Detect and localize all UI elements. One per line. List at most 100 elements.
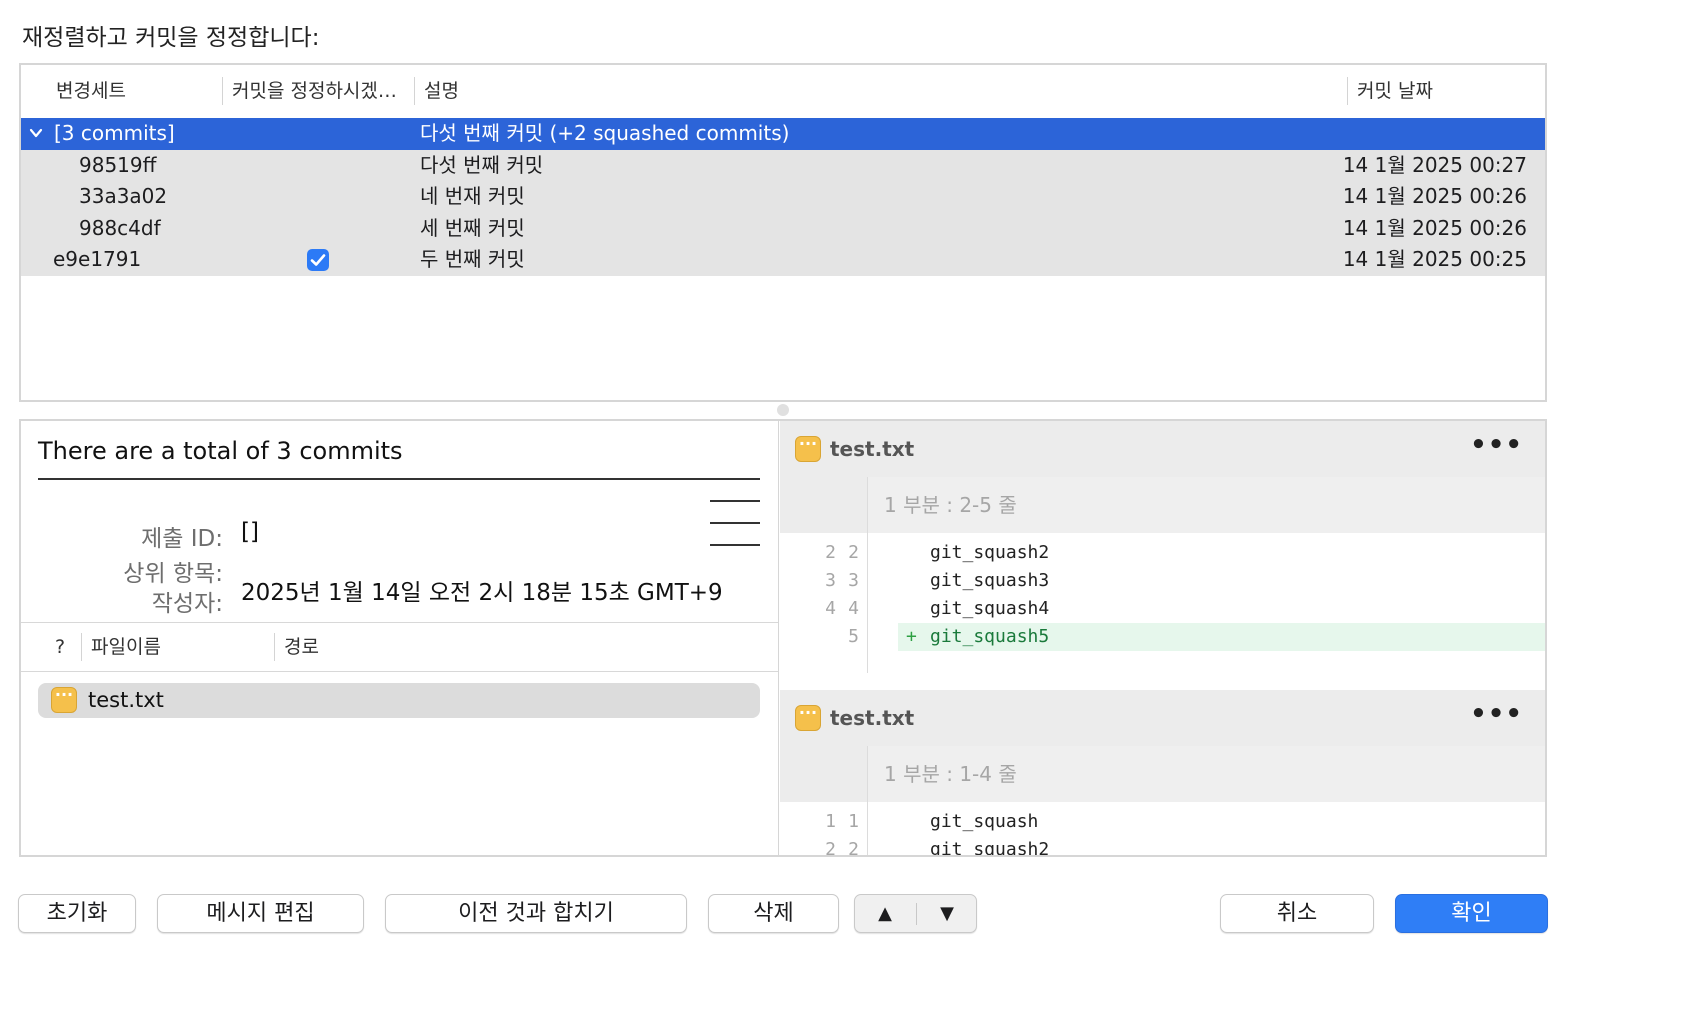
author-label: 작성자:: [151, 591, 223, 617]
old-line-number: 1: [825, 811, 836, 832]
modified-file-icon: [795, 703, 821, 731]
commit-changeset: e9e1791: [53, 247, 142, 271]
column-header-description[interactable]: 설명: [424, 65, 459, 117]
commit-table: 변경세트 커밋을 정정하시겠… 설명 커밋 날짜 [3 commits] 다섯 …: [19, 63, 1547, 402]
column-header-filename[interactable]: 파일이름: [91, 623, 161, 671]
new-line-number: 3: [848, 570, 859, 591]
diff-line-text: git_squash: [930, 811, 1039, 832]
squash-with-previous-button[interactable]: 이전 것과 합치기: [385, 894, 687, 933]
diff-block: test.txt ••• 1 부분 : 1-4 줄 1 1 git_squash…: [780, 690, 1545, 855]
commit-row[interactable]: 988c4df 세 번째 커밋 14 1월 2025 00:26: [21, 212, 1545, 244]
diff-pane: test.txt ••• 1 부분 : 2-5 줄 2 2 git_squash…: [780, 421, 1545, 855]
detail-pane: There are a total of 3 commits 제출 ID: []…: [19, 419, 1547, 857]
diff-line-text: git_squash5: [930, 626, 1050, 647]
diff-line: 4 4 git_squash4: [780, 595, 1545, 623]
commit-description: 두 번째 커밋: [420, 247, 525, 271]
commit-date: 14 1월 2025 00:27: [1342, 152, 1527, 177]
diff-file-name: test.txt: [830, 437, 915, 461]
cancel-button[interactable]: 취소: [1220, 894, 1374, 933]
diff-block: test.txt ••• 1 부분 : 2-5 줄 2 2 git_squash…: [780, 421, 1545, 691]
diff-line: 2 2 git_squash2: [780, 539, 1545, 567]
commit-details-pane: There are a total of 3 commits 제출 ID: []…: [21, 421, 779, 855]
new-line-number: 5: [848, 626, 859, 647]
old-line-number: 2: [825, 542, 836, 563]
commit-description: 세 번째 커밋: [420, 215, 525, 240]
dialog-heading: 재정렬하고 커밋을 정정합니다:: [22, 25, 320, 51]
more-options-icon[interactable]: •••: [1470, 421, 1523, 469]
column-header-changeset[interactable]: 변경세트: [56, 65, 126, 117]
diff-file-name: test.txt: [830, 706, 915, 730]
commit-description: 다섯 번째 커밋 (+2 squashed commits): [420, 121, 790, 145]
commit-row[interactable]: 33a3a02 네 번재 커밋 14 1월 2025 00:26: [21, 181, 1545, 213]
hunk-gutter: [780, 477, 868, 533]
modified-file-icon: [51, 685, 77, 713]
checkmark-icon: [310, 254, 326, 266]
diff-line-text: git_squash2: [930, 839, 1050, 855]
delete-button[interactable]: 삭제: [708, 894, 839, 933]
move-commit-control: ▲ ▼: [854, 894, 977, 933]
column-header-amend[interactable]: 커밋을 정정하시겠…: [232, 65, 397, 117]
old-line-number: 4: [825, 598, 836, 619]
hunk-gutter: [780, 746, 868, 802]
diff-line: 3 3 git_squash3: [780, 567, 1545, 595]
added-marker: +: [906, 626, 917, 647]
new-line-number: 2: [848, 839, 859, 855]
old-line-number: 3: [825, 570, 836, 591]
diff-file-header: test.txt •••: [780, 690, 1545, 746]
commit-row-group[interactable]: [3 commits] 다섯 번째 커밋 (+2 squashed commit…: [21, 118, 1545, 150]
file-name: test.txt: [88, 688, 164, 712]
commit-metadata: 제출 ID: [] 상위 항목: 작성자: 2025년 1월 14일 오전 2시…: [21, 506, 778, 622]
diff-line-text: git_squash4: [930, 598, 1050, 619]
edit-message-button[interactable]: 메시지 편집: [157, 894, 364, 933]
ok-button[interactable]: 확인: [1395, 894, 1548, 933]
new-line-number: 4: [848, 598, 859, 619]
column-divider[interactable]: [414, 77, 415, 105]
diff-line-text: git_squash3: [930, 570, 1050, 591]
commit-changeset: 33a3a02: [79, 184, 168, 208]
commit-row[interactable]: e9e1791 두 번째 커밋 14 1월 2025 00:25: [21, 244, 1545, 276]
amend-checkbox[interactable]: [307, 249, 329, 271]
commit-id-value[interactable]: []: [241, 519, 259, 545]
column-header-date[interactable]: 커밋 날짜: [1357, 65, 1433, 117]
commit-date-value: 2025년 1월 14일 오전 2시 18분 15초 GMT+9: [241, 580, 723, 606]
diff-line-text: git_squash2: [930, 542, 1050, 563]
hunk-label: 1 부분 : 1-4 줄: [884, 762, 1017, 786]
commit-summary: There are a total of 3 commits: [38, 437, 403, 465]
hunk-label: 1 부분 : 2-5 줄: [884, 493, 1017, 517]
commit-description: 다섯 번째 커밋: [420, 152, 544, 177]
column-divider[interactable]: [274, 633, 275, 661]
column-header-status[interactable]: ?: [55, 623, 65, 671]
move-up-button[interactable]: ▲: [855, 895, 915, 932]
summary-divider: [38, 478, 760, 480]
chevron-down-icon[interactable]: [29, 126, 43, 140]
more-options-icon[interactable]: •••: [1470, 690, 1523, 738]
commit-date: 14 1월 2025 00:26: [1342, 215, 1527, 240]
commit-changeset: 988c4df: [79, 215, 161, 240]
modified-file-icon: [795, 434, 821, 462]
commit-row[interactable]: 98519ff 다섯 번째 커밋 14 1월 2025 00:27: [21, 149, 1545, 181]
column-divider[interactable]: [1347, 77, 1348, 105]
commit-description: 네 번재 커밋: [420, 184, 525, 208]
column-header-path[interactable]: 경로: [284, 623, 319, 671]
diff-line: 2 2 git_squash2: [780, 836, 1545, 855]
column-divider[interactable]: [222, 77, 223, 105]
commit-date: 14 1월 2025 00:26: [1342, 184, 1527, 208]
commit-changeset: 98519ff: [79, 152, 157, 177]
date-label: 날짜:: [173, 614, 223, 622]
diff-line: 1 1 git_squash: [780, 808, 1545, 836]
commit-id-label: 제출 ID:: [141, 526, 223, 552]
commit-changeset: [3 commits]: [54, 121, 175, 145]
column-divider[interactable]: [81, 633, 82, 661]
old-line-number: 2: [825, 839, 836, 855]
new-line-number: 1: [848, 811, 859, 832]
commit-date: 14 1월 2025 00:25: [1342, 247, 1527, 271]
diff-line-added: 5 + git_squash5: [780, 623, 1545, 651]
commit-table-header: 변경세트 커밋을 정정하시겠… 설명 커밋 날짜: [21, 65, 1545, 117]
splitter-handle[interactable]: [777, 404, 789, 416]
file-list-item[interactable]: test.txt: [38, 683, 760, 718]
diff-file-header: test.txt •••: [780, 421, 1545, 477]
new-line-number: 2: [848, 542, 859, 563]
reset-button[interactable]: 초기화: [18, 894, 136, 933]
move-down-button[interactable]: ▼: [917, 895, 977, 932]
parent-label: 상위 항목:: [123, 561, 223, 587]
